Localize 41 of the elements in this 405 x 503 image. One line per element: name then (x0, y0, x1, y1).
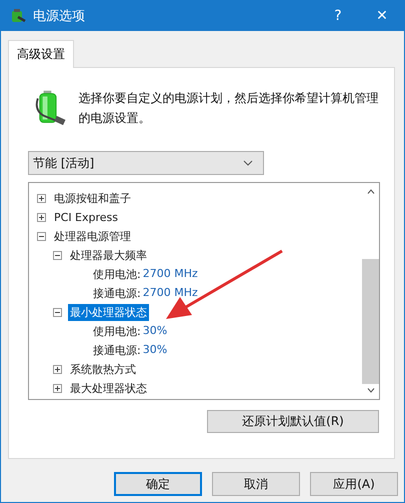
dialog-button[interactable]: 确定 (114, 472, 202, 496)
power-plug-icon (9, 7, 27, 25)
plus-box-icon[interactable] (37, 213, 46, 222)
scroll-down-icon[interactable] (366, 388, 374, 393)
setting-label: 使用电池: (93, 267, 141, 282)
plan-dropdown[interactable]: 节能 [活动] (28, 151, 264, 175)
tree-item[interactable]: 电源按钮和盖子 (52, 190, 133, 207)
tree-item[interactable]: 处理器电源管理 (52, 228, 133, 245)
tree-item[interactable]: 系统散热方式 (68, 361, 138, 378)
minus-box-icon[interactable] (37, 232, 46, 241)
plus-box-icon[interactable] (53, 384, 62, 393)
setting-row[interactable]: 接通电源: 30% (91, 342, 170, 359)
help-button[interactable]: ? (316, 1, 360, 31)
setting-row[interactable]: 使用电池: 2700 MHz (91, 266, 200, 283)
restore-defaults-button[interactable]: 还原计划默认值(R) (207, 410, 379, 433)
setting-value: 2700 MHz (142, 286, 198, 301)
minus-box-icon[interactable] (53, 308, 62, 317)
plus-box-icon[interactable] (53, 365, 62, 374)
tab[interactable]: 高级设置 (8, 40, 74, 68)
tree-item[interactable]: PCI Express (52, 210, 120, 225)
close-button[interactable]: ✕ (360, 1, 404, 31)
minus-box-icon[interactable] (53, 251, 62, 260)
tree-item[interactable]: 最大处理器状态 (68, 380, 149, 397)
setting-value: 2700 MHz (142, 267, 198, 282)
plus-box-icon[interactable] (37, 194, 46, 203)
scroll-thumb[interactable] (362, 259, 379, 384)
setting-label: 使用电池: (93, 324, 141, 339)
window-title: 电源选项 (33, 8, 86, 25)
setting-row[interactable]: 使用电池: 30% (91, 323, 170, 340)
dialog-button[interactable]: 应用(A) (310, 472, 398, 496)
setting-label: 接通电源: (93, 343, 141, 358)
description-text: 选择你要自定义的电源计划，然后选择你希望计算机管理的电源设置。 (78, 90, 379, 127)
setting-value: 30% (142, 343, 168, 358)
chevron-down-icon (243, 160, 253, 166)
tree-item[interactable]: 处理器最大频率 (68, 247, 149, 264)
setting-label: 接通电源: (93, 286, 141, 301)
scroll-up-icon[interactable] (366, 189, 374, 194)
tree-item[interactable]: 最小处理器状态 (68, 304, 149, 321)
setting-row[interactable]: 接通电源: 2700 MHz (91, 285, 200, 302)
setting-value: 30% (142, 324, 168, 339)
dialog-button[interactable]: 取消 (212, 472, 300, 496)
